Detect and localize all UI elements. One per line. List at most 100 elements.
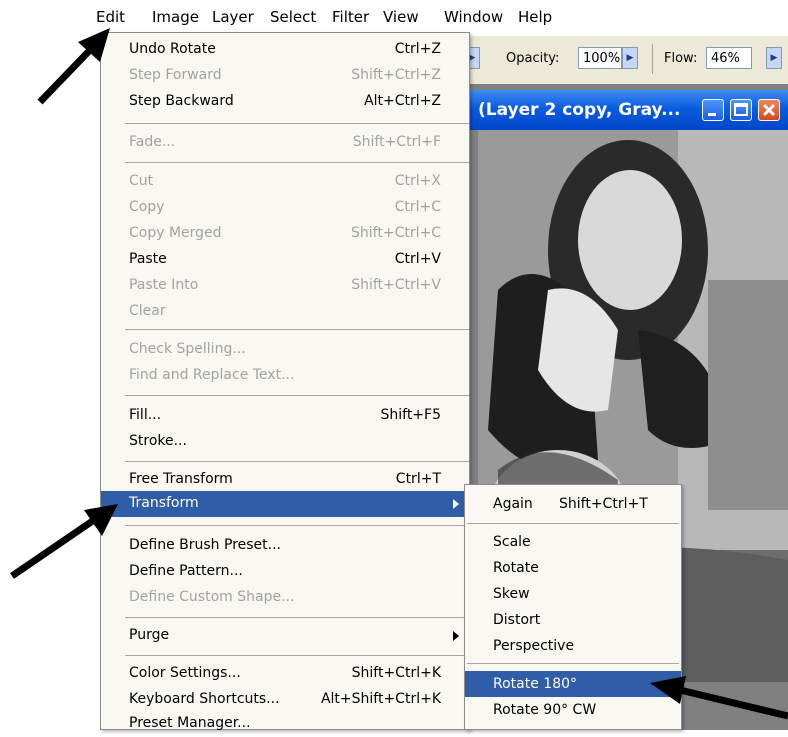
menu-item-find-replace[interactable]: Find and Replace Text...	[101, 363, 469, 389]
menu-item-define-brush[interactable]: Define Brush Preset...	[101, 533, 469, 559]
minimize-button[interactable]	[702, 99, 724, 121]
menu-item-label: Copy Merged	[129, 225, 222, 241]
menu-select[interactable]: Select	[270, 8, 316, 26]
menu-item-copy-merged[interactable]: Copy Merged Shift+Ctrl+C	[101, 221, 469, 247]
submenu-item-label: Distort	[493, 612, 541, 628]
menu-item-shortcut: Ctrl+V	[394, 251, 441, 267]
menu-item-free-transform[interactable]: Free Transform Ctrl+T	[101, 467, 469, 493]
menu-separator	[125, 617, 469, 618]
close-button[interactable]	[758, 99, 780, 121]
menu-item-label: Cut	[129, 173, 154, 189]
menu-item-label: Fade...	[129, 134, 176, 150]
menu-item-label: Preset Manager...	[129, 715, 251, 731]
transform-submenu: Again Shift+Ctrl+T Scale Rotate Skew Dis…	[464, 484, 682, 730]
submenu-item-label: Rotate 180°	[493, 676, 578, 692]
menu-item-color-settings[interactable]: Color Settings... Shift+Ctrl+K	[101, 661, 469, 687]
menu-item-shortcut: Shift+Ctrl+V	[351, 277, 441, 293]
menu-item-paste-into[interactable]: Paste Into Shift+Ctrl+V	[101, 273, 469, 299]
menu-item-copy[interactable]: Copy Ctrl+C	[101, 195, 469, 221]
submenu-item-rotate-90-cw[interactable]: Rotate 90° CW	[465, 697, 681, 723]
menu-item-label: Fill...	[129, 407, 162, 423]
flow-dropdown-icon[interactable]: ▶	[766, 47, 782, 69]
edit-menu: Undo Rotate Ctrl+Z Step Forward Shift+Ct…	[100, 32, 470, 731]
menu-item-label: Free Transform	[129, 471, 233, 487]
submenu-item-scale[interactable]: Scale	[465, 529, 681, 555]
menu-item-define-custom-shape[interactable]: Define Custom Shape...	[101, 585, 469, 611]
menu-item-shortcut: Ctrl+X	[394, 173, 441, 189]
submenu-item-skew[interactable]: Skew	[465, 581, 681, 607]
menu-separator	[125, 395, 469, 396]
menu-layer[interactable]: Layer	[212, 8, 254, 26]
menu-separator	[125, 123, 469, 124]
submenu-item-label: Skew	[493, 586, 530, 602]
menu-help[interactable]: Help	[518, 8, 552, 26]
menu-item-label: Paste Into	[129, 277, 199, 293]
menu-bar: Edit Image Layer Select Filter View Wind…	[92, 0, 788, 36]
menu-separator	[125, 162, 469, 163]
menu-item-keyboard-shortcuts[interactable]: Keyboard Shortcuts... Alt+Shift+Ctrl+K	[101, 687, 469, 713]
menu-filter[interactable]: Filter	[332, 8, 369, 26]
menu-item-preset-manager[interactable]: Preset Manager...	[101, 711, 469, 737]
menu-item-label: Undo Rotate	[129, 41, 216, 57]
menu-item-label: Purge	[129, 627, 170, 643]
menu-item-label: Transform	[129, 495, 199, 511]
menu-item-step-backward[interactable]: Step Backward Alt+Ctrl+Z	[101, 89, 469, 115]
submenu-item-again[interactable]: Again Shift+Ctrl+T	[465, 491, 681, 517]
menu-item-label: Step Backward	[129, 93, 234, 109]
menu-item-shortcut: Ctrl+C	[394, 199, 441, 215]
submenu-arrow-icon	[453, 499, 459, 509]
menu-item-shortcut: Alt+Shift+Ctrl+K	[320, 691, 441, 707]
menu-separator	[125, 329, 469, 330]
menu-image[interactable]: Image	[152, 8, 199, 26]
submenu-item-rotate-180[interactable]: Rotate 180°	[465, 671, 681, 697]
menu-item-check-spelling[interactable]: Check Spelling...	[101, 337, 469, 363]
menu-item-shortcut: Shift+Ctrl+K	[351, 665, 441, 681]
menu-item-purge[interactable]: Purge	[101, 623, 469, 649]
menu-item-label: Stroke...	[129, 433, 187, 449]
menu-item-cut[interactable]: Cut Ctrl+X	[101, 169, 469, 195]
opacity-dropdown-icon[interactable]: ▶	[622, 47, 638, 69]
submenu-item-perspective[interactable]: Perspective	[465, 633, 681, 659]
submenu-item-label: Again	[493, 496, 533, 512]
document-titlebar[interactable]: (Layer 2 copy, Gray...	[470, 90, 788, 130]
submenu-item-distort[interactable]: Distort	[465, 607, 681, 633]
menu-edit[interactable]: Edit	[96, 8, 125, 26]
submenu-item-rotate[interactable]: Rotate	[465, 555, 681, 581]
menu-item-shortcut: Shift+Ctrl+C	[351, 225, 441, 241]
menu-item-label: Paste	[129, 251, 167, 267]
menu-separator	[125, 655, 469, 656]
divider	[652, 44, 653, 74]
menu-item-shortcut: Shift+Ctrl+F	[352, 134, 441, 150]
menu-item-paste[interactable]: Paste Ctrl+V	[101, 247, 469, 273]
menu-item-label: Define Brush Preset...	[129, 537, 282, 553]
menu-item-stroke[interactable]: Stroke...	[101, 429, 469, 455]
menu-view[interactable]: View	[383, 8, 419, 26]
submenu-item-label: Scale	[493, 534, 531, 550]
menu-separator	[125, 525, 469, 526]
menu-item-label: Clear	[129, 303, 166, 319]
submenu-arrow-icon	[453, 631, 459, 641]
menu-item-label: Find and Replace Text...	[129, 367, 295, 383]
opacity-field[interactable]: 100%	[578, 47, 622, 69]
submenu-item-label: Perspective	[493, 638, 575, 654]
submenu-item-shortcut: Shift+Ctrl+T	[559, 496, 648, 512]
menu-item-define-pattern[interactable]: Define Pattern...	[101, 559, 469, 585]
menu-item-fill[interactable]: Fill... Shift+F5	[101, 403, 469, 429]
menu-item-fade[interactable]: Fade... Shift+Ctrl+F	[101, 130, 469, 156]
options-bar: ▶ Opacity: 100% ▶ Flow: 46% ▶	[464, 36, 788, 85]
menu-item-shortcut: Ctrl+T	[395, 471, 441, 487]
flow-field[interactable]: 46%	[706, 47, 752, 69]
menu-item-step-forward[interactable]: Step Forward Shift+Ctrl+Z	[101, 63, 469, 89]
maximize-button[interactable]	[730, 99, 752, 121]
menu-item-clear[interactable]: Clear	[101, 299, 469, 325]
menu-item-label: Check Spelling...	[129, 341, 246, 357]
menu-item-undo-rotate[interactable]: Undo Rotate Ctrl+Z	[101, 37, 469, 63]
menu-item-shortcut: Shift+Ctrl+Z	[351, 67, 441, 83]
menu-item-transform[interactable]: Transform	[101, 491, 469, 517]
menu-item-label: Define Custom Shape...	[129, 589, 295, 605]
menu-window[interactable]: Window	[444, 8, 503, 26]
menu-item-label: Step Forward	[129, 67, 222, 83]
menu-separator	[467, 663, 679, 664]
menu-separator	[467, 523, 679, 524]
menu-item-label: Define Pattern...	[129, 563, 243, 579]
